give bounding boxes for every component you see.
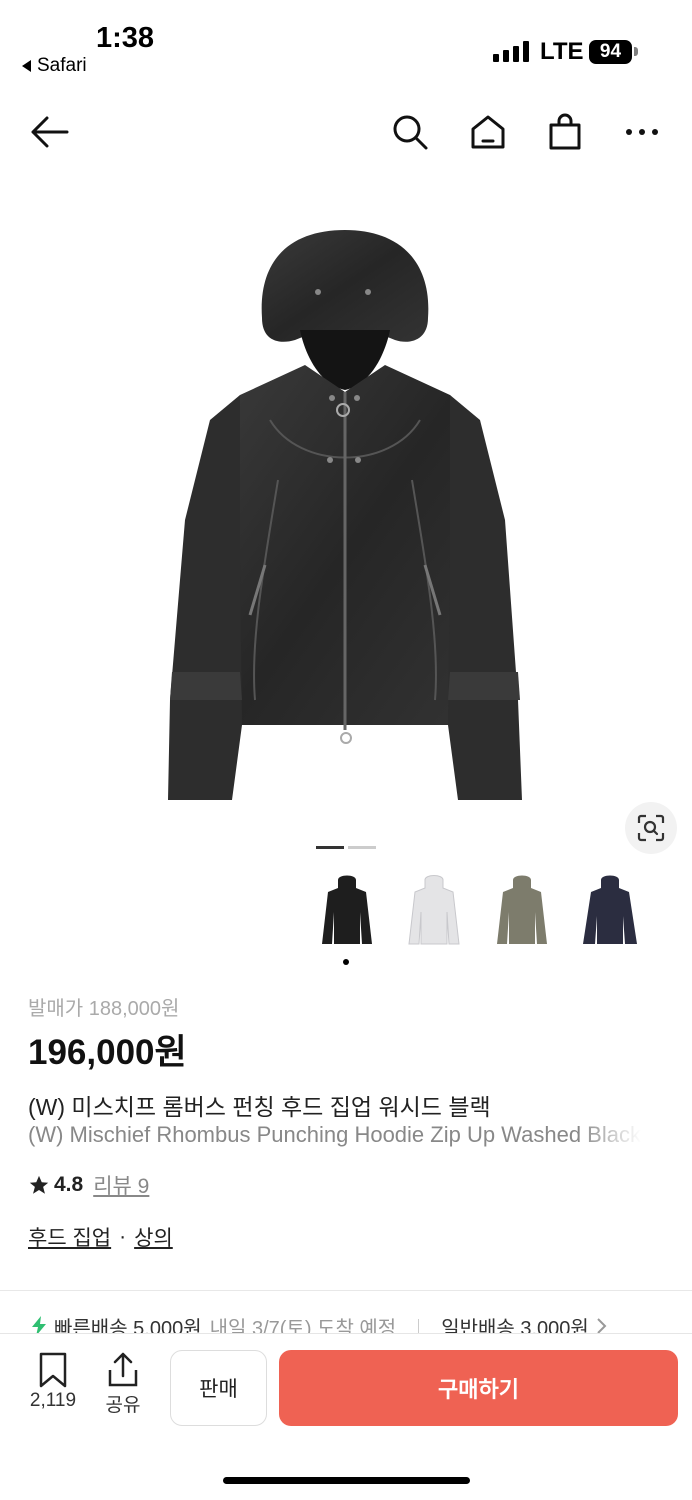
back-arrow-icon[interactable] (27, 110, 71, 154)
current-price: 196,000원 (28, 1033, 187, 1072)
more-icon[interactable] (620, 110, 664, 154)
variant-thumb-navy[interactable] (579, 872, 641, 952)
product-title-ko: (W) 미스치프 롬버스 펀칭 후드 집업 워시드 블랙 (28, 1094, 491, 1120)
back-app-label: Safari (37, 55, 87, 76)
star-icon (29, 1175, 49, 1194)
image-pager-active (316, 846, 344, 849)
variant-thumb-khaki[interactable] (491, 872, 553, 952)
status-bar: 1:38 Safari LTE 94 (0, 0, 692, 90)
bookmark-count: 2,119 (29, 1390, 77, 1411)
rating-row: 4.8 리뷰 9 (28, 1170, 149, 1200)
share-label: 공유 (105, 1395, 141, 1416)
rating-score: 4.8 (54, 1173, 84, 1196)
home-indicator[interactable] (223, 1477, 470, 1484)
share-icon (108, 1352, 138, 1387)
selected-variant-dot (343, 959, 349, 965)
category-link-hoodie-zipup[interactable]: 후드 집업 (28, 1222, 111, 1252)
product-title-en: (W) Mischief Rhombus Punching Hoodie Zip… (28, 1122, 641, 1147)
product-image[interactable] (0, 170, 692, 830)
variant-thumb-black[interactable] (316, 872, 378, 952)
back-triangle-icon (22, 60, 31, 72)
share-button[interactable]: 공유 (88, 1352, 158, 1417)
battery-tip (634, 47, 638, 56)
network-type: LTE (540, 38, 584, 65)
signal-icon (493, 40, 529, 62)
image-pager-inactive (348, 846, 376, 849)
shopping-bag-icon[interactable] (543, 110, 587, 154)
search-icon[interactable] (388, 110, 432, 154)
battery-icon: 94 (589, 40, 632, 64)
image-search-lens-icon[interactable] (625, 802, 677, 854)
back-to-safari[interactable]: Safari (22, 55, 87, 77)
buy-button[interactable]: 구매하기 (279, 1350, 678, 1426)
category-breadcrumb: 후드 집업 · 상의 (28, 1222, 173, 1252)
bookmark-button[interactable]: 2,119 (18, 1352, 88, 1412)
release-price: 발매가 188,000원 (28, 998, 180, 1020)
product-title-en-wrap: (W) Mischief Rhombus Punching Hoodie Zip… (28, 1122, 692, 1148)
shipping-separator (418, 1319, 420, 1333)
review-link[interactable]: 리뷰 9 (93, 1170, 149, 1200)
bottom-action-bar: 2,119 공유 판매 구매하기 (0, 1333, 692, 1500)
variant-thumb-white[interactable] (403, 872, 465, 952)
status-time: 1:38 (96, 22, 155, 54)
section-divider (0, 1290, 692, 1291)
bookmark-icon (39, 1352, 67, 1388)
sell-button[interactable]: 판매 (170, 1350, 267, 1426)
home-icon[interactable] (466, 110, 510, 154)
category-link-tops[interactable]: 상의 (134, 1222, 173, 1252)
category-separator: · (119, 1225, 127, 1248)
